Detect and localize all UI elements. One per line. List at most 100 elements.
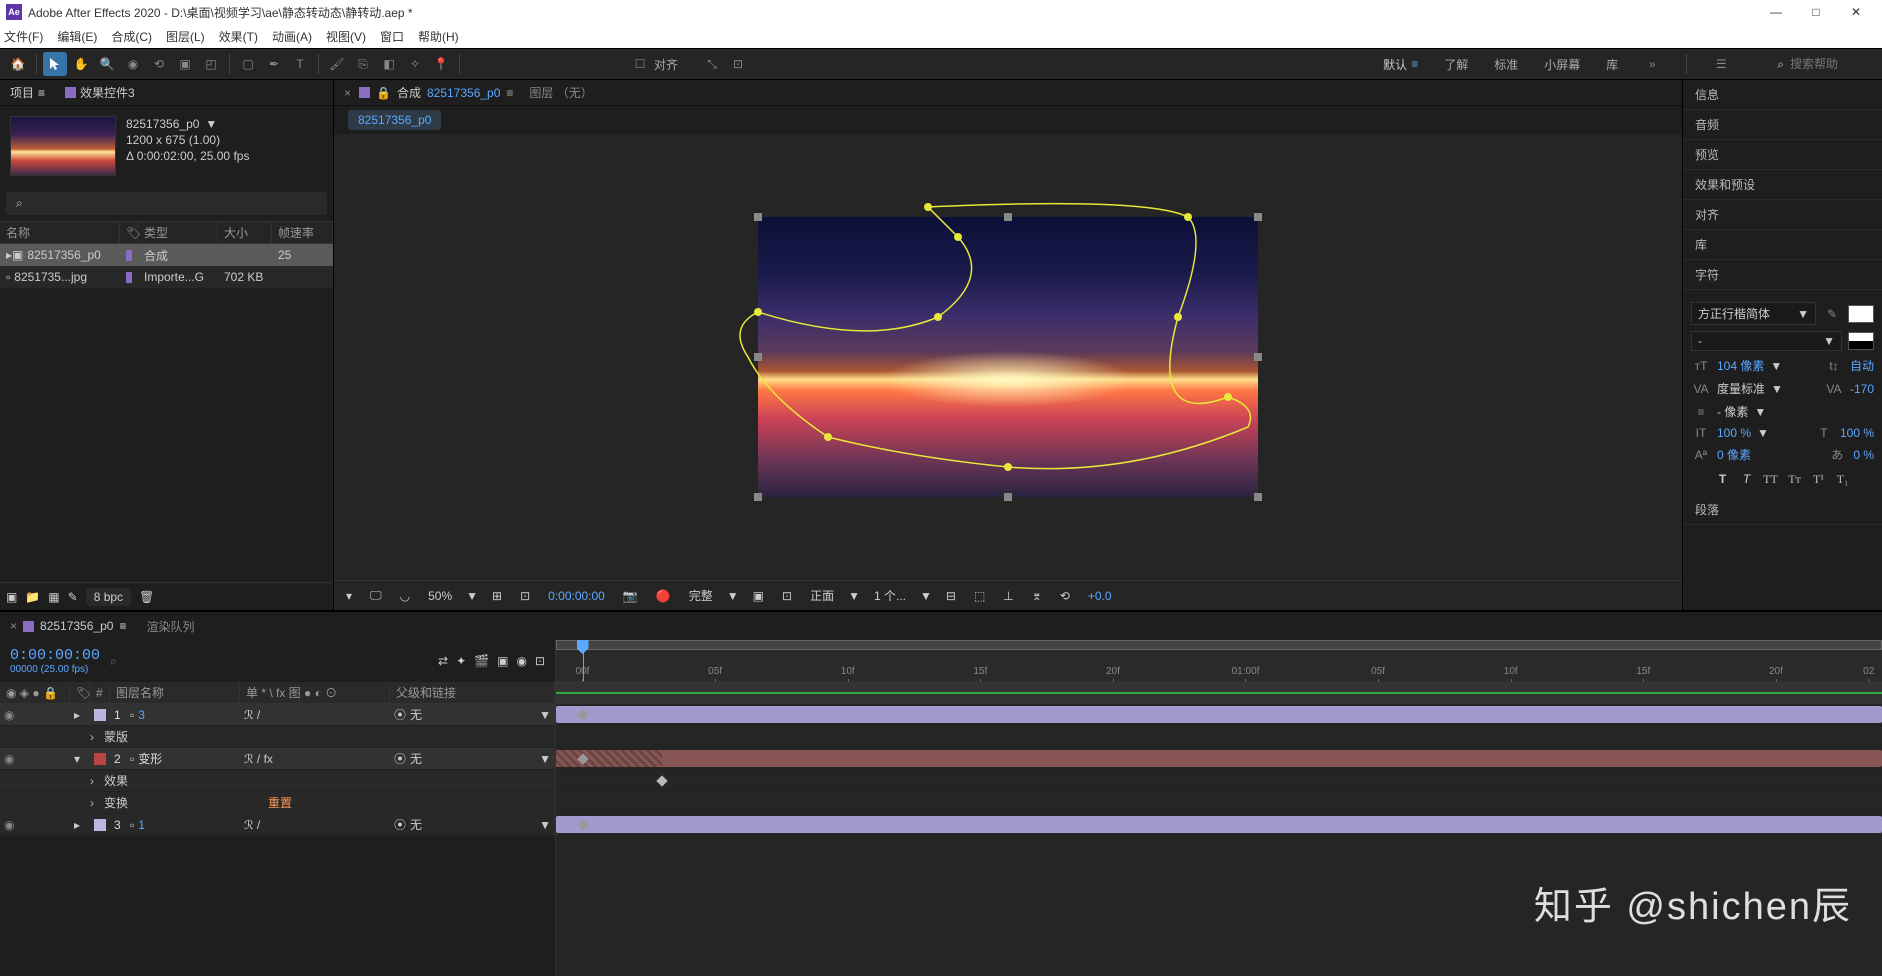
keyframe-icon[interactable] [656,775,667,786]
kerning[interactable]: 度量标准 [1717,380,1765,397]
comp-canvas[interactable] [758,217,1258,497]
panel-library[interactable]: 库 [1683,230,1882,260]
project-item-image[interactable]: ▫ 8251735...jpg Importe...G 702 KB [0,266,333,288]
playhead[interactable] [583,640,584,681]
font-style-select[interactable]: -▼ [1691,331,1842,351]
help-search-input[interactable] [1790,57,1870,71]
layer-prop-transform[interactable]: › 变换重置 [0,792,555,814]
view-select[interactable]: 正面 [806,587,838,604]
menu-layer[interactable]: 图层(L) [166,28,205,45]
tl-btn2-icon[interactable]: ✦ [456,654,466,668]
smallcaps-button[interactable]: Tᴛ [1784,469,1806,489]
baseline[interactable]: 0 像素 [1717,446,1751,463]
hscale[interactable]: 100 % [1840,426,1874,440]
col-size[interactable]: 大小 [218,222,272,243]
new-comp-icon[interactable]: ▦ [48,590,59,604]
trash-icon[interactable]: 🗑 [139,590,154,604]
transform-handle[interactable] [754,213,762,221]
vf-roi-icon[interactable]: ▣ [749,589,768,603]
vf-fast-icon[interactable]: ⬚ [970,589,989,603]
layer-bar-in[interactable] [556,750,662,767]
vf-transp-icon[interactable]: ⊡ [778,589,796,603]
tracking[interactable]: -170 [1850,382,1874,396]
vf-mask-icon[interactable]: ◡ [396,589,414,603]
vscale[interactable]: 100 % [1717,426,1751,440]
shape-tool-icon[interactable]: ▢ [236,52,260,76]
reset-button[interactable]: 重置 [268,794,292,811]
clone-tool-icon[interactable]: ⎘ [351,52,375,76]
layer-prop-effects[interactable]: › 效果 [0,770,555,792]
tab-effect-controls[interactable]: 效果控件3 [65,84,135,101]
col-fps[interactable]: 帧速率 [272,222,333,243]
help-search[interactable]: ⌕ [1771,57,1876,72]
tl-btn1-icon[interactable]: ⇄ [438,654,448,668]
close-button[interactable]: ✕ [1836,1,1876,23]
workspace-standard[interactable]: 标准 [1490,49,1522,79]
tl-btn4-icon[interactable]: ▣ [497,654,508,668]
dropdown-icon[interactable]: ▼ [205,116,217,132]
workspace-more-icon[interactable]: » [1640,52,1664,76]
vf-reset-icon[interactable]: ⟲ [1056,589,1074,603]
fill-swatch[interactable] [1848,305,1874,323]
transform-handle[interactable] [1254,213,1262,221]
home-icon[interactable]: 🏠 [6,52,30,76]
timecode[interactable]: 0:00:00:00 [10,647,100,664]
hand-tool-icon[interactable]: ✋ [69,52,93,76]
menu-anim[interactable]: 动画(A) [272,28,312,45]
panel-paragraph[interactable]: 段落 [1683,495,1882,525]
stroke-width[interactable]: - 像素 [1717,403,1748,420]
subscript-button[interactable]: T₁ [1832,469,1854,489]
tl-btn5-icon[interactable]: ◉ [516,654,526,668]
transform-handle[interactable] [1004,213,1012,221]
superscript-button[interactable]: T¹ [1808,469,1830,489]
layer-row-2[interactable]: ◉ ▾ 2 ▫变形 ℛ / fx ⦿ 无 ▼ [0,748,555,770]
timeline-search[interactable]: ⌕ [110,654,428,669]
close-tab-icon[interactable]: × [344,86,351,100]
snapshot-icon[interactable]: 📷 [619,589,642,603]
comp-thumbnail[interactable] [10,116,116,176]
exposure-value[interactable]: +0.0 [1084,589,1116,603]
workspace-default[interactable]: 默认≡ [1379,49,1422,79]
project-search[interactable]: ⌕ [6,192,327,215]
snap-checkbox[interactable]: ☐ [628,52,652,76]
orbit-tool-icon[interactable]: ◉ [121,52,145,76]
resolution-select[interactable]: 完整 [685,587,717,604]
comp-tab[interactable]: × 🔒 合成 82517356_p0 ≡ [344,84,513,101]
roto-tool-icon[interactable]: ✧ [403,52,427,76]
selection-tool-icon[interactable] [43,52,67,76]
transform-handle[interactable] [1254,493,1262,501]
bold-button[interactable]: T [1712,469,1734,489]
vf-flow-icon[interactable]: ⌆ [1028,589,1046,603]
comp-breadcrumb[interactable]: 82517356_p0 [348,110,441,130]
project-settings-icon[interactable]: ✎ [68,590,78,604]
work-area-bar[interactable] [556,640,1882,650]
snap-opt1-icon[interactable]: ⤡ [700,52,724,76]
menu-edit[interactable]: 编辑(E) [57,28,97,45]
menu-file[interactable]: 文件(F) [4,28,43,45]
transform-handle[interactable] [754,353,762,361]
transform-handle[interactable] [1254,353,1262,361]
layer-tab[interactable]: 图层 （无） [529,84,592,101]
font-size[interactable]: 104 像素 [1717,357,1764,374]
project-item-comp[interactable]: ▸▣ 82517356_p0 合成 25 [0,244,333,266]
transform-handle[interactable] [754,493,762,501]
menu-help[interactable]: 帮助(H) [418,28,459,45]
allcaps-button[interactable]: TT [1760,469,1782,489]
menu-effect[interactable]: 效果(T) [219,28,258,45]
tl-btn6-icon[interactable]: ⊡ [535,654,545,668]
col-type[interactable]: 类型 [138,222,218,243]
lock-icon[interactable]: 🔒 [376,86,391,100]
panel-character[interactable]: 字符 [1683,260,1882,290]
tl-btn3-icon[interactable]: 🎬 [474,654,489,668]
eye-icon[interactable]: ◉ [4,708,14,722]
puppet-tool-icon[interactable]: 📍 [429,52,453,76]
layer-bar[interactable] [556,706,1882,723]
timeline-ruler[interactable]: 00f 05f 10f 15f 20f 01:00f 05f 10f 15f 2… [556,640,1882,682]
eraser-tool-icon[interactable]: ◧ [377,52,401,76]
camera-tool-icon[interactable]: ▣ [173,52,197,76]
eyedropper-icon[interactable]: ✎ [1822,307,1842,321]
pen-tool-icon[interactable]: ✒ [262,52,286,76]
rotate-tool-icon[interactable]: ⟲ [147,52,171,76]
vf-timeline-icon[interactable]: ⊥ [999,589,1017,603]
vf-grid-icon[interactable]: ⊞ [488,589,506,603]
